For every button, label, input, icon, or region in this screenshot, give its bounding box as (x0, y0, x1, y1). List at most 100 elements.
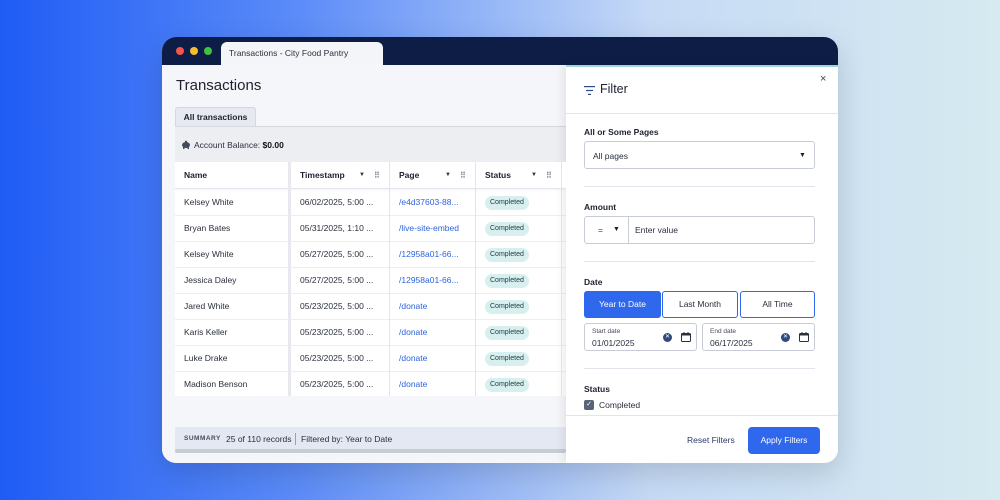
column-divider (475, 162, 476, 396)
table-row[interactable]: Kelsey White 06/02/2025, 5:00 ... /e4d3760… (175, 190, 566, 216)
page-link[interactable]: /donate (390, 320, 475, 345)
summary-bar: SUMMARY 25 of 110 records Filtered by: Y… (175, 427, 566, 451)
reset-filters-button[interactable]: Reset Filters (687, 435, 735, 445)
status-badge: Completed (485, 247, 529, 262)
amount-operator-select[interactable]: = ▼ (585, 217, 629, 243)
column-header-label: Page (399, 170, 420, 180)
status-badge: Completed (485, 377, 529, 392)
calendar-icon[interactable] (799, 332, 809, 342)
tab-all-transactions[interactable]: All transactions (175, 107, 256, 126)
page-link[interactable]: /donate (390, 346, 475, 371)
table-row[interactable]: Luke Drake 05/23/2025, 5:00 ... /donate Com… (175, 346, 566, 372)
table-row[interactable]: Kelsey White 05/27/2025, 5:00 ... /12958a0… (175, 242, 566, 268)
status-badge: Completed (485, 221, 529, 236)
status-badge: Completed (485, 351, 529, 366)
name-cell: Luke Drake (184, 353, 228, 363)
timestamp-cell: 05/31/2025, 1:10 ... (300, 223, 374, 233)
page-link[interactable]: /live-site-embed (390, 216, 475, 241)
minimize-window-button[interactable] (190, 47, 198, 55)
clear-icon[interactable]: ✕ (781, 333, 790, 342)
start-date-field[interactable]: Start date 01/01/2025 ✕ (584, 323, 697, 351)
page-link[interactable]: /12958a01-66... (390, 268, 475, 293)
end-date-label: End date (710, 328, 737, 335)
maximize-window-button[interactable] (204, 47, 212, 55)
status-option-label: Completed (599, 400, 641, 410)
calendar-icon[interactable] (681, 332, 691, 342)
column-header-label: Name (184, 170, 208, 180)
page-link[interactable]: /donate (390, 294, 475, 319)
filter-panel-title: Filter (600, 82, 628, 96)
start-date-value: 01/01/2025 (592, 338, 635, 348)
date-last-month-button[interactable]: Last Month (662, 291, 738, 318)
panel-accent-bar (566, 65, 838, 67)
operator-value: = (598, 225, 603, 235)
pages-select-value: All pages (593, 151, 628, 161)
column-header-page[interactable]: Page ▼ ⠿ (390, 162, 475, 189)
amount-filter-label: Amount (584, 202, 617, 212)
page-link[interactable]: /12958a01-66... (390, 242, 475, 267)
status-completed-checkbox[interactable]: ✓ (584, 400, 594, 410)
status-badge: Completed (485, 325, 529, 340)
account-balance: Account Balance: $0.00 (194, 140, 284, 150)
date-year-to-date-button[interactable]: Year to Date (584, 291, 661, 318)
account-balance-bar: Account Balance: $0.00 (175, 126, 566, 162)
table-row[interactable]: Bryan Bates 05/31/2025, 1:10 ... /live-sit… (175, 216, 566, 242)
timestamp-cell: 05/23/2025, 5:00 ... (300, 301, 374, 311)
status-badge: Completed (485, 195, 529, 210)
close-icon[interactable]: × (820, 73, 826, 85)
sort-down-icon[interactable]: ▼ (445, 162, 451, 189)
page-link[interactable]: /donate (390, 372, 475, 396)
table-row[interactable]: Madison Benson 05/23/2025, 5:00 ... /donat… (175, 372, 566, 396)
clear-icon[interactable]: ✕ (663, 333, 672, 342)
status-cell: Completed (476, 242, 562, 267)
pages-select[interactable]: All pages ▼ (584, 141, 815, 169)
filter-panel: × Filter All or Some Pages All pages ▼ A… (566, 65, 838, 463)
frozen-column-divider[interactable] (288, 162, 291, 396)
name-cell: Karis Keller (184, 327, 228, 337)
page-link[interactable]: /e4d37603-88... (390, 190, 475, 215)
drag-handle-icon[interactable]: ⠿ (374, 162, 380, 189)
horizontal-scrollbar[interactable] (175, 449, 566, 453)
filter-icon (584, 86, 595, 95)
summary-divider (295, 433, 296, 445)
status-cell: Completed (476, 346, 562, 371)
amount-value-input[interactable] (635, 222, 805, 238)
timestamp-cell: 05/27/2025, 5:00 ... (300, 249, 374, 259)
drag-handle-icon[interactable]: ⠿ (546, 162, 552, 189)
column-header-timestamp[interactable]: Timestamp ▼ ⠿ (291, 162, 389, 189)
timestamp-cell: 05/23/2025, 5:00 ... (300, 353, 374, 363)
pages-filter-label: All or Some Pages (584, 127, 659, 137)
section-divider (584, 368, 815, 369)
name-cell: Kelsey White (184, 197, 234, 207)
end-date-field[interactable]: End date 06/17/2025 ✕ (702, 323, 815, 351)
browser-tab[interactable]: Transactions - City Food Pantry (221, 42, 383, 65)
name-cell: Kelsey White (184, 249, 234, 259)
apply-filters-button[interactable]: Apply Filters (748, 427, 820, 454)
date-all-time-button[interactable]: All Time (740, 291, 815, 318)
column-header-status[interactable]: Status ▼ ⠿ (476, 162, 562, 189)
browser-titlebar: Transactions - City Food Pantry (162, 37, 838, 65)
column-header-label: Status (485, 170, 511, 180)
table-row[interactable]: Karis Keller 05/23/2025, 5:00 ... /donate C… (175, 320, 566, 346)
sort-down-icon[interactable]: ▼ (531, 162, 537, 189)
chevron-down-icon: ▼ (799, 152, 806, 159)
piggy-bank-icon (182, 140, 190, 149)
end-date-value: 06/17/2025 (710, 338, 753, 348)
sort-down-icon[interactable]: ▼ (359, 162, 365, 189)
table-row[interactable]: Jared White 05/23/2025, 5:00 ... /donate Co… (175, 294, 566, 320)
status-cell: Completed (476, 190, 562, 215)
column-divider (389, 162, 390, 396)
transactions-table: Name Timestamp ▼ ⠿ Page ▼ ⠿ Status ▼ ⠿ K… (175, 162, 566, 396)
table-header: Name Timestamp ▼ ⠿ Page ▼ ⠿ Status ▼ ⠿ (175, 162, 566, 189)
column-header-name[interactable]: Name (175, 162, 288, 189)
status-cell: Completed (476, 216, 562, 241)
status-cell: Completed (476, 372, 562, 396)
timestamp-cell: 06/02/2025, 5:00 ... (300, 197, 374, 207)
status-filter-label: Status (584, 384, 610, 394)
table-row[interactable]: Jessica Daley 05/27/2025, 5:00 ... /12958a… (175, 268, 566, 294)
drag-handle-icon[interactable]: ⠿ (460, 162, 466, 189)
close-window-button[interactable] (176, 47, 184, 55)
section-divider (584, 261, 815, 262)
timestamp-cell: 05/23/2025, 5:00 ... (300, 379, 374, 389)
status-cell: Completed (476, 294, 562, 319)
